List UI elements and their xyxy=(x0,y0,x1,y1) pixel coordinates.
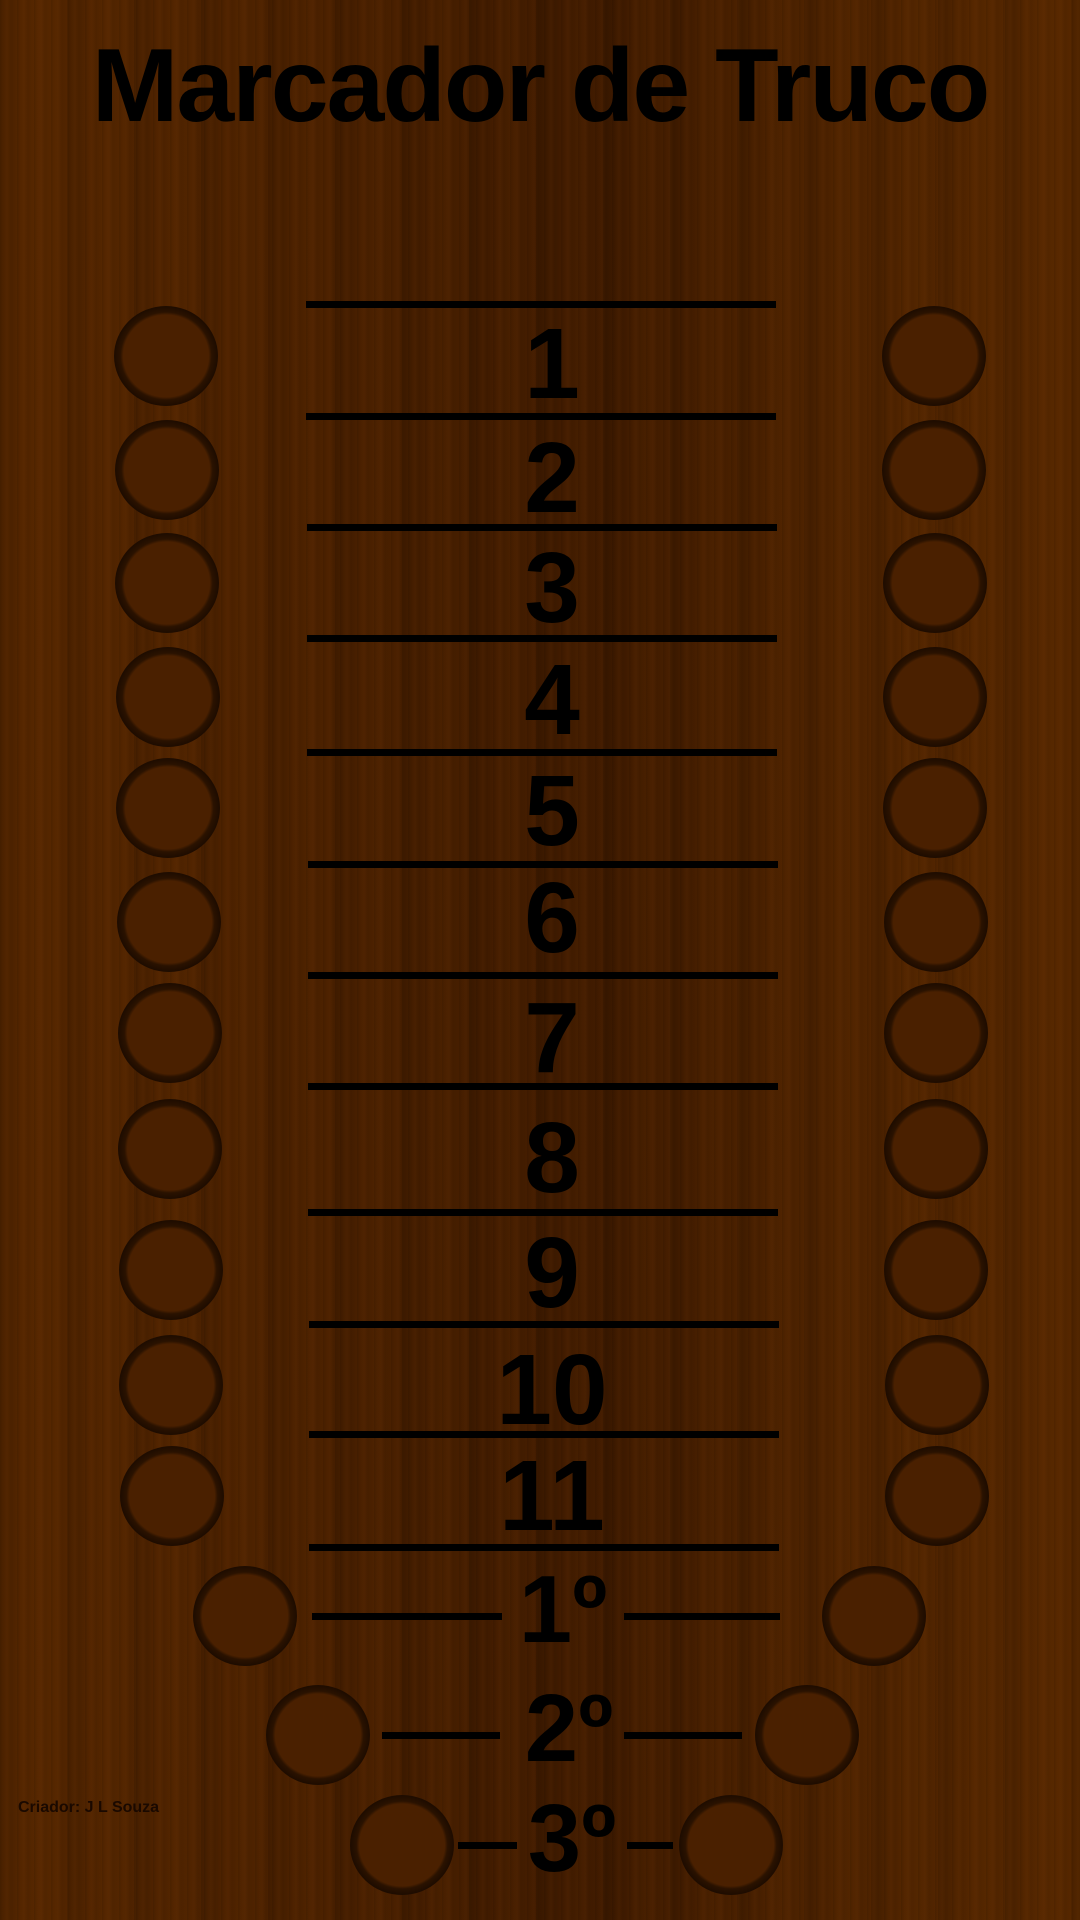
left-team-peg-hole-11[interactable] xyxy=(120,1446,224,1546)
left-team-peg-hole-2[interactable] xyxy=(114,420,219,520)
right-team-peg-hole-11[interactable] xyxy=(885,1446,989,1546)
left-team-peg-hole-9[interactable] xyxy=(118,1220,223,1320)
right-team-peg-hole-3[interactable] xyxy=(882,533,987,633)
score-number-2: 2 xyxy=(524,422,580,534)
score-number-10: 10 xyxy=(496,1334,608,1446)
score-divider-line xyxy=(306,301,776,308)
place-label-1: 1º xyxy=(518,1556,608,1663)
score-number-5: 5 xyxy=(524,755,580,867)
score-number-8: 8 xyxy=(524,1102,580,1214)
right-team-place-hole-2[interactable] xyxy=(755,1685,859,1785)
left-team-place-hole-2[interactable] xyxy=(266,1685,370,1785)
left-team-peg-hole-8[interactable] xyxy=(118,1099,223,1199)
score-number-6: 6 xyxy=(524,862,580,974)
score-number-11: 11 xyxy=(499,1440,605,1552)
right-team-peg-hole-1[interactable] xyxy=(882,306,986,406)
score-number-1: 1 xyxy=(524,308,580,420)
place-label-3: 3º xyxy=(527,1785,617,1892)
left-team-peg-hole-4[interactable] xyxy=(115,647,220,747)
right-team-peg-hole-10[interactable] xyxy=(884,1335,989,1435)
right-team-place-hole-1[interactable] xyxy=(822,1566,926,1666)
score-number-4: 4 xyxy=(524,644,580,756)
place-label-2: 2º xyxy=(524,1675,614,1782)
right-team-peg-hole-9[interactable] xyxy=(884,1220,989,1320)
creator-credit: Criador: J L Souza xyxy=(18,1799,160,1816)
left-team-peg-hole-6[interactable] xyxy=(117,872,221,972)
score-number-7: 7 xyxy=(524,982,580,1094)
left-team-peg-hole-7[interactable] xyxy=(117,983,222,1083)
left-team-peg-hole-5[interactable] xyxy=(116,758,221,858)
right-team-peg-hole-4[interactable] xyxy=(882,647,987,747)
right-team-peg-hole-6[interactable] xyxy=(883,872,988,972)
left-team-peg-hole-1[interactable] xyxy=(114,306,218,406)
right-team-peg-hole-5[interactable] xyxy=(883,758,988,858)
right-team-peg-hole-7[interactable] xyxy=(883,983,988,1083)
score-number-3: 3 xyxy=(524,532,580,644)
score-number-9: 9 xyxy=(524,1217,580,1329)
page-title: Marcador de Truco xyxy=(91,28,990,144)
right-team-peg-hole-2[interactable] xyxy=(882,420,987,520)
left-team-place-hole-1[interactable] xyxy=(193,1566,297,1666)
right-team-peg-hole-8[interactable] xyxy=(884,1099,989,1199)
left-team-peg-hole-3[interactable] xyxy=(115,533,220,633)
left-team-peg-hole-10[interactable] xyxy=(119,1335,224,1435)
